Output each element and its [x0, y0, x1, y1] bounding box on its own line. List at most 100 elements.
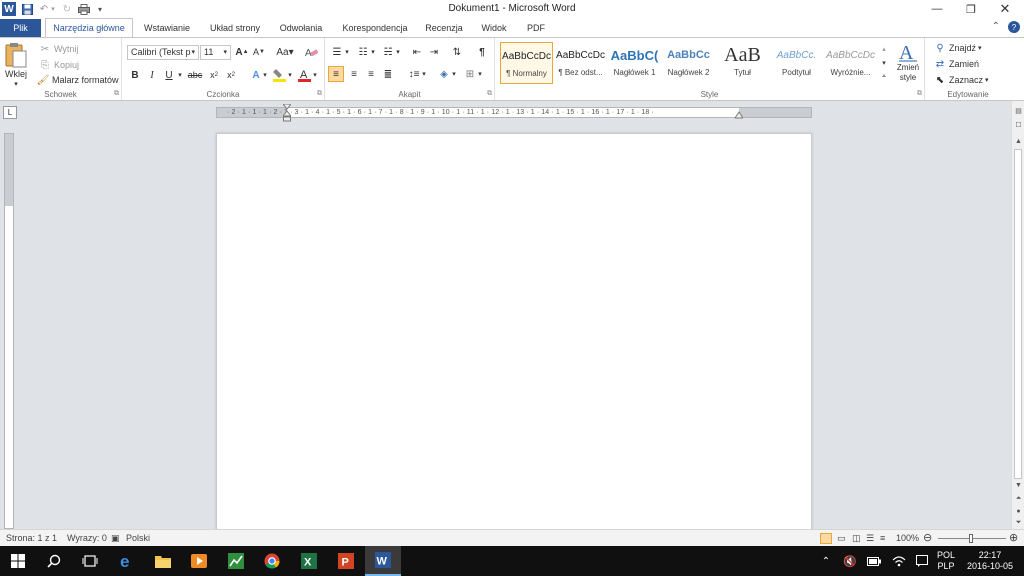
document-page[interactable] — [216, 133, 812, 529]
sort-icon[interactable]: ⇅ — [449, 44, 465, 60]
clipboard-launcher-icon[interactable]: ⧉ — [114, 90, 119, 98]
word-taskbar-icon[interactable]: W — [365, 546, 401, 576]
draft-view-icon[interactable]: ≡ — [880, 533, 885, 543]
vertical-scrollbar[interactable]: ▤ ☐ ▲ ▼ ⏶ ● ⏷ — [1011, 101, 1024, 529]
style-no-spacing[interactable]: AaBbCcDc ¶ Bez odst... — [554, 42, 607, 84]
tab-mailings[interactable]: Korespondencja — [338, 20, 412, 37]
horizontal-ruler[interactable]: · 2 · 1 · 1 · 1 · 2 · 1 · 3 · 1 · 4 · 1 … — [216, 103, 812, 122]
style-normal[interactable]: AaBbCcDc ¶ Normalny — [500, 42, 553, 84]
borders-dropdown-icon[interactable]: ▾ — [476, 66, 484, 82]
proofing-icon[interactable]: ▣ — [111, 533, 120, 544]
decrease-indent-icon[interactable]: ⇤ — [409, 44, 425, 60]
paragraph-launcher-icon[interactable]: ⧉ — [487, 90, 492, 98]
edge-icon[interactable]: e — [109, 546, 145, 576]
text-effects-dropdown-icon[interactable]: ▾ — [261, 67, 269, 83]
zoom-in-icon[interactable]: ⊕ — [1009, 531, 1018, 544]
underline-dropdown-icon[interactable]: ▾ — [176, 67, 184, 83]
shading-dropdown-icon[interactable]: ▾ — [450, 66, 458, 82]
font-size-combo[interactable]: 11 ▾ — [200, 45, 231, 60]
close-icon[interactable]: ✕ — [988, 0, 1022, 18]
zoom-slider[interactable] — [938, 534, 1006, 543]
tab-selector[interactable]: L — [3, 106, 17, 119]
customize-toolbar-icon[interactable]: ▾ — [94, 2, 106, 16]
justify-icon[interactable]: ≣ — [380, 66, 396, 82]
change-styles-button[interactable]: A Zmień style — [894, 41, 922, 83]
change-case-icon[interactable]: Aa▾ — [274, 44, 296, 60]
subscript-icon[interactable]: x2 — [206, 67, 222, 83]
chart-app-icon[interactable] — [218, 546, 254, 576]
paste-button[interactable]: Wklej ▾ — [5, 42, 27, 88]
minimize-ribbon-icon[interactable]: ⌃ — [992, 21, 1000, 33]
indent-marker-icon[interactable] — [281, 103, 293, 123]
page-counter[interactable]: Strona: 1 z 1 — [6, 533, 57, 543]
print-layout-view-icon[interactable] — [820, 533, 832, 544]
font-color-icon[interactable]: A — [296, 67, 312, 83]
style-subtitle[interactable]: AaBbCc. Podtytuł — [770, 42, 823, 84]
full-screen-view-icon[interactable]: ▭ — [837, 533, 846, 544]
file-explorer-icon[interactable] — [145, 546, 181, 576]
line-spacing-dropdown-icon[interactable]: ▾ — [420, 66, 428, 82]
task-view-icon[interactable] — [72, 546, 108, 576]
scroll-down-icon[interactable]: ▼ — [1012, 479, 1024, 491]
paste-dropdown-icon[interactable]: ▾ — [14, 80, 18, 88]
save-icon[interactable] — [20, 2, 34, 16]
search-icon[interactable] — [36, 546, 72, 576]
style-heading-2[interactable]: AaBbCc Nagłówek 2 — [662, 42, 715, 84]
undo-dropdown-icon[interactable]: ▾ — [49, 2, 57, 16]
battery-icon[interactable] — [866, 546, 882, 576]
replace-button[interactable]: ⇄ Zamień — [933, 57, 979, 71]
align-left-icon[interactable]: ≡ — [328, 66, 344, 82]
bullets-dropdown-icon[interactable]: ▾ — [343, 44, 351, 60]
tab-view[interactable]: Widok — [476, 20, 512, 37]
outline-view-icon[interactable]: ☰ — [866, 533, 874, 544]
italic-icon[interactable]: I — [144, 67, 160, 83]
excel-icon[interactable]: X — [291, 546, 327, 576]
font-name-combo[interactable]: Calibri (Tekst pc ▾ — [127, 45, 199, 60]
language-indicator[interactable]: Polski — [126, 533, 150, 543]
format-painter-button[interactable]: 🖌 Malarz formatów — [36, 73, 119, 87]
style-emphasis[interactable]: AaBbCcDc Wyróżnie... — [824, 42, 877, 84]
input-language-indicator[interactable]: POL PLP — [932, 546, 960, 576]
strikethrough-icon[interactable]: abc — [187, 67, 203, 83]
increase-indent-icon[interactable]: ⇥ — [426, 44, 442, 60]
tab-references[interactable]: Odwołania — [275, 20, 327, 37]
tray-overflow-icon[interactable]: ⌃ — [818, 546, 834, 576]
right-indent-marker-icon[interactable] — [734, 109, 744, 119]
volume-muted-icon[interactable]: 🔇 — [841, 546, 859, 576]
tab-insert[interactable]: Wstawianie — [139, 20, 195, 37]
numbering-dropdown-icon[interactable]: ▾ — [369, 44, 377, 60]
word-counter[interactable]: Wyrazy: 0 — [67, 533, 107, 543]
pilcrow-icon[interactable]: ¶ — [474, 44, 490, 60]
style-title[interactable]: AaB Tytuł — [716, 42, 769, 84]
tab-page-layout[interactable]: Układ strony — [204, 20, 266, 37]
minimize-icon[interactable]: — — [920, 0, 954, 18]
underline-icon[interactable]: U — [161, 67, 177, 83]
font-color-dropdown-icon[interactable]: ▾ — [311, 67, 319, 83]
align-right-icon[interactable]: ≡ — [363, 66, 379, 82]
zoom-slider-thumb[interactable] — [969, 534, 973, 543]
highlight-icon[interactable] — [271, 67, 287, 83]
scroll-thumb[interactable] — [1014, 149, 1022, 479]
restore-icon[interactable]: ❐ — [954, 0, 988, 18]
cut-button[interactable]: ✂ Wytnij — [38, 42, 79, 56]
scroll-ruler-toggle-icon[interactable]: ☐ — [1012, 119, 1024, 131]
style-heading-1[interactable]: AaBbC( Nagłówek 1 — [608, 42, 661, 84]
highlight-dropdown-icon[interactable]: ▾ — [286, 67, 294, 83]
copy-button[interactable]: ⎘ Kopiuj — [38, 58, 79, 72]
help-icon[interactable]: ? — [1008, 21, 1020, 33]
bold-icon[interactable]: B — [127, 67, 143, 83]
tab-pdf[interactable]: PDF — [522, 20, 550, 37]
start-icon[interactable] — [0, 546, 36, 576]
chrome-icon[interactable] — [254, 546, 290, 576]
styles-more-icon[interactable]: ⩡ — [879, 70, 889, 83]
clock[interactable]: 22:17 2016-10-05 — [962, 546, 1018, 576]
tab-file[interactable]: Plik — [0, 19, 41, 37]
zoom-out-icon[interactable]: ⊖ — [923, 531, 932, 544]
zoom-level[interactable]: 100% — [896, 533, 919, 543]
shrink-font-icon[interactable]: A ▼ — [251, 44, 267, 60]
select-button[interactable]: ⬉ Zaznacz ▾ — [933, 73, 989, 87]
view-ruler-icon[interactable]: ▤ — [1012, 105, 1024, 117]
wifi-icon[interactable] — [891, 546, 907, 576]
media-player-icon[interactable] — [181, 546, 217, 576]
clear-formatting-icon[interactable]: A — [303, 44, 319, 60]
